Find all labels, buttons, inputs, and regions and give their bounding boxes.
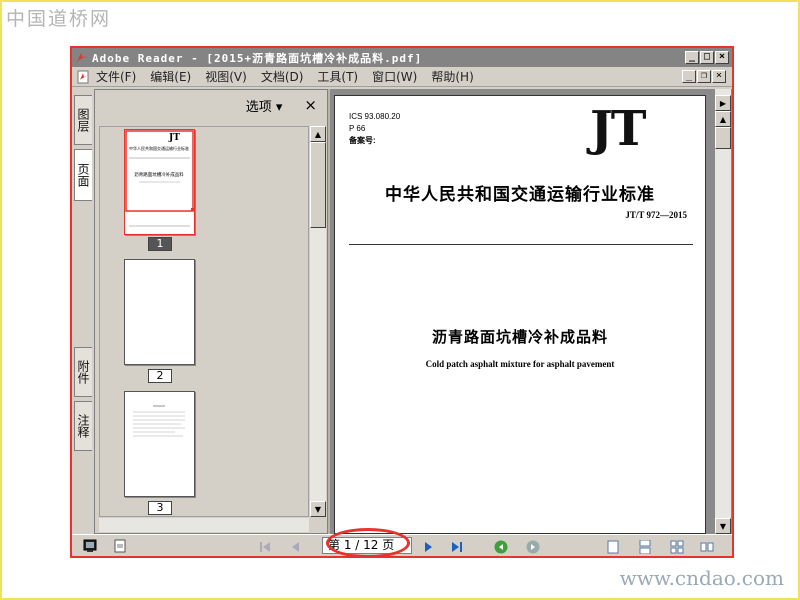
doc-close-button[interactable]: × bbox=[712, 70, 726, 83]
tab-comments[interactable]: 注释 bbox=[74, 401, 92, 451]
document-scrollbar[interactable]: ▶ ▲ ▼ bbox=[715, 89, 731, 534]
tab-layers[interactable]: 图层 bbox=[74, 95, 92, 145]
scroll-up-arrow-icon[interactable]: ▲ bbox=[310, 126, 326, 142]
standard-code: JT/T 972—2015 bbox=[625, 210, 687, 220]
thumb-heading: 中华人民共和国交通运输行业标准 bbox=[129, 145, 189, 151]
menu-file[interactable]: 文件(F) bbox=[96, 68, 136, 85]
navigation-tabs: 图层 页面 附件 注释 bbox=[72, 89, 94, 534]
document-title-cn: 沥青路面坑槽冷补成品料 bbox=[431, 328, 608, 346]
menu-window[interactable]: 窗口(W) bbox=[372, 68, 417, 85]
thumbnail-scrollbar[interactable]: ▲ ▼ bbox=[310, 126, 326, 517]
document-controls: _ ❐ × bbox=[682, 70, 726, 83]
pages-panel: 选项 ▾ × JT 中华人民共和国交通运输行业标准 沥青路面坑槽冷补成品料 1 … bbox=[94, 89, 328, 534]
document-view: ICS 93.080.20 P 66 备案号: JT 中华人民共和国交通运输行业… bbox=[330, 89, 732, 534]
p-code: P 66 bbox=[349, 124, 366, 133]
doc-restore-button[interactable]: ❐ bbox=[697, 70, 711, 83]
jt-logo: JT bbox=[590, 101, 646, 157]
record-number-label: 备案号: bbox=[349, 136, 376, 145]
title-bar: Adobe Reader - [2015+沥青路面坑槽冷补成品料.pdf] _ … bbox=[72, 48, 732, 67]
thumbnail-label-3: 3 bbox=[148, 501, 172, 515]
standard-heading: 中华人民共和国交通运输行业标准 bbox=[385, 185, 655, 205]
single-page-icon[interactable] bbox=[606, 539, 620, 554]
go-back-icon[interactable] bbox=[494, 539, 508, 554]
close-button[interactable]: × bbox=[715, 51, 729, 64]
doc-scrollbar-thumb[interactable] bbox=[715, 127, 731, 149]
panel-header: 选项 ▾ × bbox=[95, 90, 327, 120]
tab-attachments[interactable]: 附件 bbox=[74, 347, 92, 397]
svg-text:JT: JT bbox=[168, 133, 180, 143]
thumbnail-label-2: 2 bbox=[148, 369, 172, 383]
menu-tools[interactable]: 工具(T) bbox=[317, 68, 358, 85]
options-label: 选项 bbox=[245, 99, 272, 115]
menu-view[interactable]: 视图(V) bbox=[205, 68, 247, 85]
panel-close-button[interactable]: × bbox=[304, 96, 317, 114]
facing-continuous-icon[interactable] bbox=[670, 539, 684, 554]
document-page: ICS 93.080.20 P 66 备案号: JT 中华人民共和国交通运输行业… bbox=[334, 95, 706, 534]
doc-scroll-up-arrow-icon[interactable]: ▲ bbox=[715, 111, 731, 127]
maximize-button[interactable]: □ bbox=[700, 51, 714, 64]
menu-help[interactable]: 帮助(H) bbox=[431, 68, 473, 85]
first-page-icon[interactable] bbox=[258, 539, 272, 553]
last-page-icon[interactable] bbox=[450, 539, 464, 553]
continuous-page-icon[interactable] bbox=[638, 539, 652, 555]
next-page-icon[interactable] bbox=[422, 539, 436, 553]
ics-code: ICS 93.080.20 bbox=[349, 112, 401, 121]
scrollbar-thumb[interactable] bbox=[310, 142, 326, 228]
main-area: 图层 页面 附件 注释 选项 ▾ × JT 中华人民共和国交通运输行业标准 沥青… bbox=[72, 89, 732, 534]
page-thumbnail-1[interactable]: JT 中华人民共和国交通运输行业标准 沥青路面坑槽冷补成品料 bbox=[124, 129, 195, 235]
window-title: Adobe Reader - [2015+沥青路面坑槽冷补成品料.pdf] bbox=[92, 51, 423, 65]
thumbnail-list: JT 中华人民共和国交通运输行业标准 沥青路面坑槽冷补成品料 1 2 3 bbox=[99, 126, 309, 517]
page-up-arrow-icon[interactable]: ▶ bbox=[715, 95, 731, 111]
reader-window: Adobe Reader - [2015+沥青路面坑槽冷补成品料.pdf] _ … bbox=[70, 46, 734, 558]
options-menu[interactable]: 选项 ▾ bbox=[246, 96, 283, 115]
go-forward-icon[interactable] bbox=[526, 539, 540, 554]
doc-scroll-down-arrow-icon[interactable]: ▼ bbox=[715, 518, 731, 534]
menu-bar: 文件(F) 编辑(E) 视图(V) 文档(D) 工具(T) 窗口(W) 帮助(H… bbox=[72, 67, 732, 87]
minimize-button[interactable]: _ bbox=[685, 51, 699, 64]
acrobat-logo-icon bbox=[75, 51, 88, 64]
tab-pages[interactable]: 页面 bbox=[74, 149, 92, 201]
window-controls: _ □ × bbox=[685, 51, 729, 64]
doc-minimize-button[interactable]: _ bbox=[682, 70, 696, 83]
thumbnail-label-1: 1 bbox=[148, 237, 172, 251]
status-bar: 第 1 / 12 页 bbox=[72, 528, 732, 558]
thumb-doc-title: 沥青路面坑槽冷补成品料 bbox=[134, 171, 184, 178]
watermark-bottom: www.cndao.com bbox=[619, 566, 784, 590]
page-thumbnail-2[interactable] bbox=[124, 259, 195, 365]
watermark-top: 中国道桥网 bbox=[6, 8, 112, 30]
document-title-en: Cold patch asphalt mixture for asphalt p… bbox=[425, 359, 615, 369]
document-icon[interactable] bbox=[112, 538, 128, 554]
scroll-down-arrow-icon[interactable]: ▼ bbox=[310, 501, 326, 517]
menu-edit[interactable]: 编辑(E) bbox=[150, 68, 191, 85]
thumbnail-preview-3 bbox=[133, 405, 185, 437]
page-thumbnail-3[interactable] bbox=[124, 391, 195, 497]
facing-pages-icon[interactable] bbox=[700, 539, 714, 553]
thumbnail-preview-1: JT 中华人民共和国交通运输行业标准 沥青路面坑槽冷补成品料 bbox=[125, 130, 194, 227]
thumbnail-hscroll[interactable] bbox=[99, 518, 309, 532]
screen-icon[interactable] bbox=[82, 538, 98, 554]
header-rule bbox=[349, 244, 693, 245]
highlight-oval bbox=[326, 528, 410, 558]
menu-document[interactable]: 文档(D) bbox=[261, 68, 304, 85]
pdf-document-icon bbox=[76, 70, 90, 84]
previous-page-icon[interactable] bbox=[288, 539, 302, 553]
